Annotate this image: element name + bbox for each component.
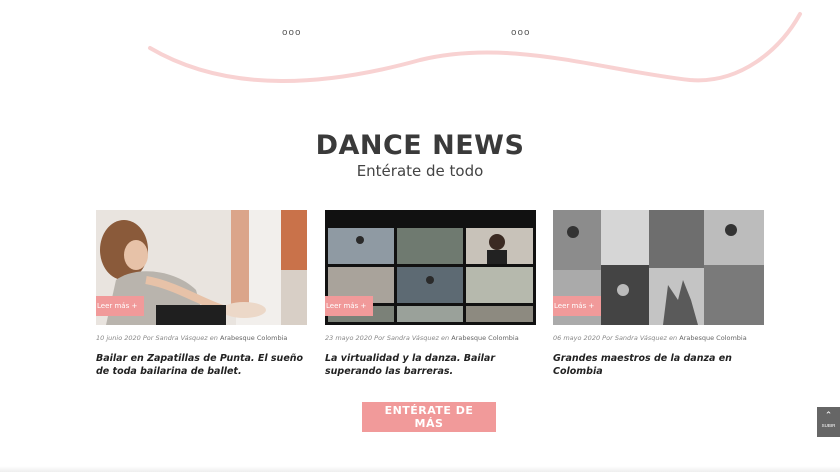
post-thumbnail[interactable]: Leer más + bbox=[96, 210, 307, 325]
post-author[interactable]: Sandra Vásquez bbox=[387, 334, 439, 342]
post-author[interactable]: Sandra Vásquez bbox=[615, 334, 667, 342]
footer-edge bbox=[0, 466, 840, 472]
section-title: DANCE NEWS bbox=[315, 130, 525, 161]
post-in: en bbox=[209, 334, 218, 342]
scroll-top-label: SUBIR bbox=[821, 423, 836, 428]
post-meta: 10 junio 2020 Por Sandra Vásquez en Arab… bbox=[96, 334, 307, 342]
post-meta: 06 mayo 2020 Por Sandra Vásquez en Arabe… bbox=[553, 334, 764, 342]
post-title[interactable]: Bailar en Zapatillas de Punta. El sueño … bbox=[96, 352, 307, 378]
post-thumbnail[interactable]: Leer más + bbox=[325, 210, 536, 325]
decor-dots-right: ooo bbox=[511, 28, 531, 38]
section-subtitle: Entérate de todo bbox=[356, 162, 484, 180]
chevron-up-icon: ⌃ bbox=[824, 410, 833, 420]
post-in: en bbox=[669, 334, 678, 342]
news-card: Leer más + 06 mayo 2020 Por Sandra Vásqu… bbox=[553, 210, 764, 378]
scroll-top-button[interactable]: ⌃ SUBIR bbox=[817, 407, 840, 437]
read-more-button[interactable]: Leer más + bbox=[553, 296, 602, 316]
post-title[interactable]: La virtualidad y la danza. Bailar supera… bbox=[325, 352, 536, 378]
post-date: 23 mayo 2020 bbox=[325, 334, 373, 342]
post-by: Por bbox=[142, 334, 154, 342]
post-by: Por bbox=[602, 334, 613, 342]
more-news-button[interactable]: ENTÉRATE DE MÁS bbox=[362, 402, 496, 432]
read-more-button[interactable]: Leer más + bbox=[325, 296, 374, 316]
read-more-button[interactable]: Leer más + bbox=[96, 296, 145, 316]
post-date: 06 mayo 2020 bbox=[553, 334, 601, 342]
decor-dots-left: ooo bbox=[282, 28, 302, 38]
post-by: Por bbox=[374, 334, 385, 342]
post-in: en bbox=[441, 334, 450, 342]
post-meta: 23 mayo 2020 Por Sandra Vásquez en Arabe… bbox=[325, 334, 536, 342]
post-category[interactable]: Arabesque Colombia bbox=[679, 334, 746, 342]
post-category[interactable]: Arabesque Colombia bbox=[451, 334, 518, 342]
post-thumbnail[interactable]: Leer más + bbox=[553, 210, 764, 325]
post-title[interactable]: Grandes maestros de la danza en Colombia bbox=[553, 352, 764, 378]
news-card: Leer más + 23 mayo 2020 Por Sandra Vásqu… bbox=[325, 210, 536, 378]
post-author[interactable]: Sandra Vásquez bbox=[156, 334, 208, 342]
news-card: Leer más + 10 junio 2020 Por Sandra Vásq… bbox=[96, 210, 307, 378]
post-date: 10 junio 2020 bbox=[96, 334, 141, 342]
post-category[interactable]: Arabesque Colombia bbox=[220, 334, 287, 342]
decorative-wave bbox=[148, 12, 802, 83]
